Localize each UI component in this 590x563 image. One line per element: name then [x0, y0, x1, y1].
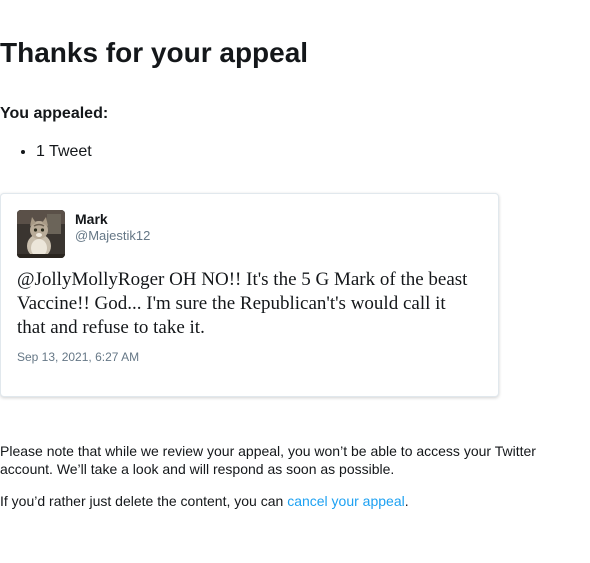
appealed-list: 1 Tweet [0, 142, 92, 162]
author-handle: @Majestik12 [75, 228, 151, 243]
appealed-label: You appealed: [0, 105, 109, 122]
tweet-card: Mark @Majestik12 @JollyMollyRoger OH NO!… [0, 193, 499, 397]
cancel-notice: If you’d rather just delete the content,… [0, 492, 409, 510]
cancel-suffix: . [404, 493, 409, 509]
avatar [17, 210, 65, 258]
tweet-text: @JollyMollyRoger OH NO!! It's the 5 G Ma… [17, 269, 468, 338]
author-name: Mark [75, 211, 108, 227]
review-notice: Please note that while we review your ap… [0, 443, 536, 477]
cat-avatar-icon [17, 210, 65, 258]
cancel-prefix: If you’d rather just delete the content,… [0, 493, 288, 509]
list-item: 1 Tweet [36, 142, 92, 162]
cancel-appeal-link[interactable]: cancel your appeal [287, 493, 405, 509]
tweet-timestamp: Sep 13, 2021, 6:27 AM [17, 350, 140, 364]
page-title: Thanks for your appeal [0, 37, 309, 68]
